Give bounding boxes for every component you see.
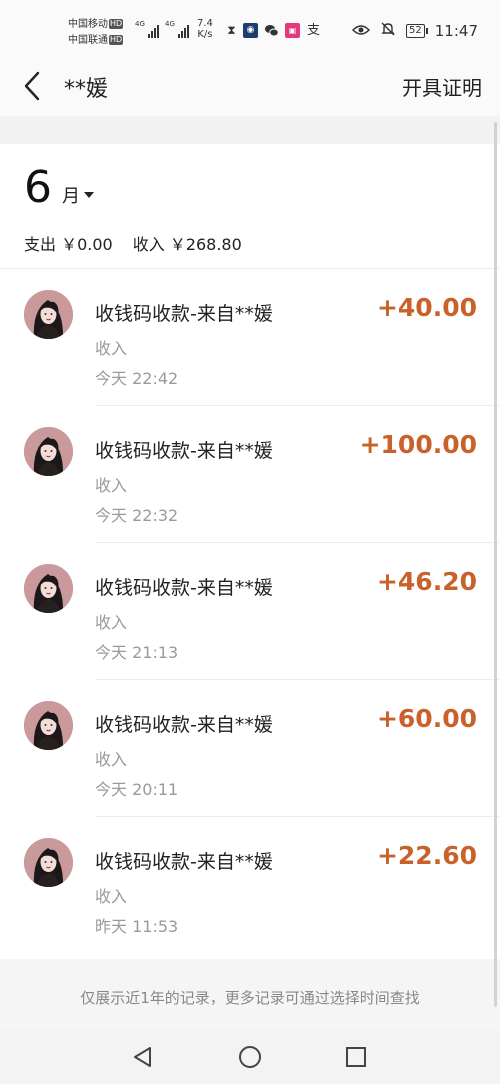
back-button[interactable] <box>18 68 48 104</box>
avatar <box>24 838 73 887</box>
status-right: 52 11:47 <box>351 21 478 41</box>
transaction-type: 收入 <box>95 476 128 495</box>
home-nav-button[interactable] <box>238 1045 262 1069</box>
transaction-type: 收入 <box>95 750 128 769</box>
speed-value: 7.4 <box>197 18 213 29</box>
back-nav-button[interactable] <box>131 1045 155 1069</box>
page-title: **媛 <box>64 77 109 102</box>
transaction-item[interactable]: 收钱码收款-来自**媛 收入 昨天 11:53 +22.60 <box>0 817 500 954</box>
transaction-type: 收入 <box>95 887 128 906</box>
speed-unit: K/s <box>197 29 213 40</box>
transaction-amount: +22.60 <box>376 841 477 870</box>
transaction-item[interactable]: 收钱码收款-来自**媛 收入 今天 20:11 +60.00 <box>0 680 500 817</box>
carrier-2-label: 中国联通 <box>68 35 108 46</box>
month-unit: 月 <box>62 186 80 207</box>
signal-2-icon: 4G <box>165 20 189 38</box>
mute-bell-icon <box>380 21 396 41</box>
month-number: 6 <box>24 162 52 213</box>
income-total: 收入 ￥268.80 <box>132 235 242 254</box>
hd-badge: HD <box>109 35 124 45</box>
scrollbar[interactable] <box>494 122 497 1007</box>
transaction-amount: +60.00 <box>376 704 477 733</box>
transaction-item[interactable]: 收钱码收款-来自**媛 收入 今天 22:32 +100.00 <box>0 406 500 543</box>
eye-icon <box>351 22 371 40</box>
app-notification-icon: ◉ <box>243 23 258 38</box>
transaction-item[interactable]: 收钱码收款-来自**媛 收入 今天 22:42 +40.00 <box>0 269 500 406</box>
avatar <box>24 564 73 613</box>
clock: 11:47 <box>434 22 478 40</box>
avatar <box>24 701 73 750</box>
transaction-time: 昨天 11:53 <box>95 917 179 936</box>
system-nav-bar <box>0 1029 500 1084</box>
history-hint: 仅展示近1年的记录，更多记录可通过选择时间查找 <box>0 959 500 1029</box>
transaction-time: 今天 21:13 <box>95 643 179 662</box>
expense-total: 支出 ￥0.00 <box>24 235 113 254</box>
hd-badge: HD <box>109 19 124 29</box>
transaction-time: 今天 22:42 <box>95 369 179 388</box>
nav-bar: **媛 开具证明 <box>0 58 500 116</box>
battery-icon: 52 <box>406 24 428 38</box>
transaction-title: 收钱码收款-来自**媛 <box>95 577 273 599</box>
network-type-label: 4G <box>135 20 145 28</box>
network-speed: 7.4 K/s <box>197 18 213 40</box>
recents-nav-button[interactable] <box>344 1045 368 1069</box>
app-root: 中国移动 HD 中国联通 HD 4G 4G 7.4 K/s ⧗ ◉ ▣ 支 52… <box>0 0 500 1084</box>
shopping-app-icon: ▣ <box>285 23 300 38</box>
signal-1-icon: 4G <box>135 20 159 38</box>
caret-down-icon <box>84 192 94 198</box>
transaction-title: 收钱码收款-来自**媛 <box>95 440 273 462</box>
transaction-type: 收入 <box>95 339 128 358</box>
status-bar: 中国移动 HD 中国联通 HD 4G 4G 7.4 K/s ⧗ ◉ ▣ 支 52… <box>0 0 500 58</box>
carrier-info: 中国移动 HD 中国联通 HD <box>68 17 124 49</box>
triangle-back-icon <box>134 1047 151 1067</box>
wechat-icon <box>264 23 279 38</box>
square-recents-icon <box>346 1047 366 1067</box>
circle-home-icon <box>239 1046 261 1068</box>
transaction-amount: +40.00 <box>376 293 477 322</box>
transaction-item[interactable]: 收钱码收款-来自**媛 收入 今天 21:13 +46.20 <box>0 543 500 680</box>
hourglass-icon: ⧗ <box>227 23 236 37</box>
month-selector[interactable]: 6 月 <box>24 162 94 213</box>
transaction-type: 收入 <box>95 613 128 632</box>
transaction-title: 收钱码收款-来自**媛 <box>95 714 273 736</box>
avatar <box>24 427 73 476</box>
transaction-time: 今天 22:32 <box>95 506 179 525</box>
bill-content: 6 月 支出 ￥0.00 收入 ￥268.80 收钱码收款-来自**媛 收入 今… <box>0 144 500 959</box>
chevron-left-icon <box>24 71 40 101</box>
transaction-time: 今天 20:11 <box>95 780 179 799</box>
issue-certificate-button[interactable]: 开具证明 <box>402 72 482 101</box>
alipay-icon: 支 <box>306 23 320 38</box>
network-type-label: 4G <box>165 20 175 28</box>
month-summary: 支出 ￥0.00 收入 ￥268.80 <box>24 231 242 255</box>
transaction-title: 收钱码收款-来自**媛 <box>95 303 273 325</box>
transaction-list: 收钱码收款-来自**媛 收入 今天 22:42 +40.00 收钱码收款-来自*… <box>0 269 500 954</box>
transaction-title: 收钱码收款-来自**媛 <box>95 851 273 873</box>
carrier-1-label: 中国移动 <box>68 19 108 30</box>
transaction-amount: +100.00 <box>359 430 477 459</box>
avatar <box>24 290 73 339</box>
transaction-amount: +46.20 <box>376 567 477 596</box>
